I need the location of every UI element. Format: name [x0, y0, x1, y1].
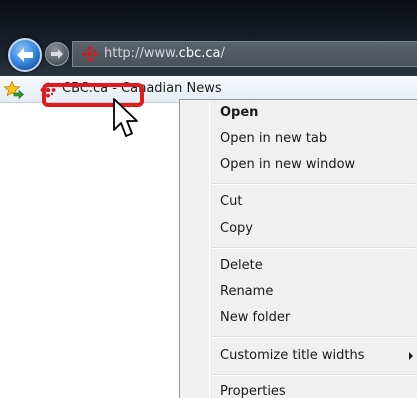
menu-item-customize-title-widths[interactable]: Customize title widths [220, 348, 365, 363]
back-button[interactable] [8, 38, 42, 72]
address-url[interactable]: http://www.cbc.ca/ [104, 46, 225, 61]
url-domain: cbc.ca [178, 46, 221, 61]
screenshot-stage: http://www.cbc.ca/ CBC.ca - Canadian New… [0, 0, 417, 398]
forward-button[interactable] [45, 42, 69, 66]
menu-item-open[interactable]: Open [220, 105, 258, 120]
menu-separator [212, 336, 415, 338]
favorites-star-icon[interactable] [3, 80, 25, 100]
menu-item-copy[interactable]: Copy [220, 221, 253, 236]
browser-toolbar: http://www.cbc.ca/ [0, 0, 417, 76]
cbc-logo-icon [82, 46, 98, 62]
menu-item-open-new-tab[interactable]: Open in new tab [220, 131, 327, 146]
menu-gutter [209, 101, 210, 398]
menu-item-open-new-window[interactable]: Open in new window [220, 157, 355, 172]
address-bar[interactable]: http://www.cbc.ca/ [72, 41, 417, 67]
menu-item-new-folder[interactable]: New folder [220, 310, 290, 325]
menu-separator [212, 183, 415, 185]
menu-item-delete[interactable]: Delete [220, 258, 263, 273]
back-arrow-icon [17, 48, 33, 62]
context-menu: Open Open in new tab Open in new window … [179, 99, 417, 398]
menu-item-cut[interactable]: Cut [220, 194, 242, 209]
menu-item-properties[interactable]: Properties [220, 384, 286, 398]
menu-separator [212, 247, 415, 249]
url-prefix: http://www. [104, 46, 179, 61]
submenu-arrow-icon [409, 352, 413, 360]
pointer-cursor-icon [113, 98, 138, 137]
menu-separator [212, 374, 415, 376]
url-suffix: / [220, 46, 225, 61]
forward-arrow-icon [51, 49, 63, 59]
menu-item-rename[interactable]: Rename [220, 284, 273, 299]
